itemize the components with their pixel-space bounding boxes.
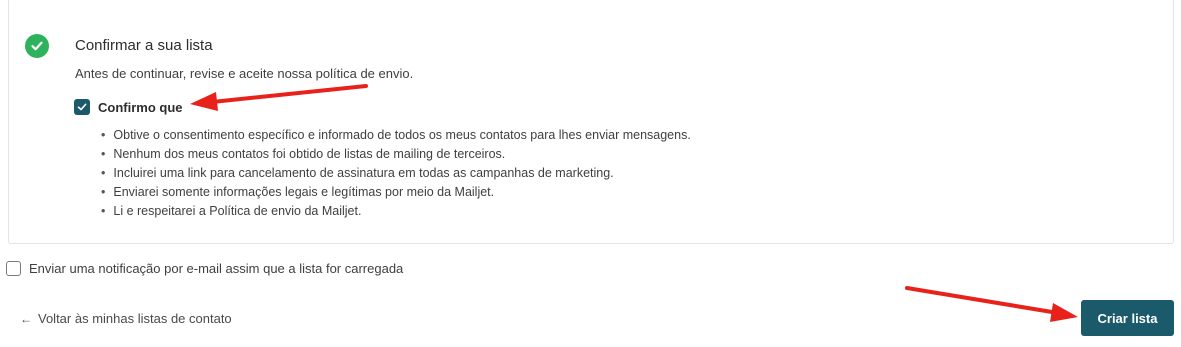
policy-bullet-item: Enviarei somente informações legais e le… — [101, 183, 691, 202]
confirm-checkbox-label[interactable]: Confirmo que — [98, 100, 183, 115]
confirm-section-description: Antes de continuar, revise e aceite noss… — [75, 66, 414, 81]
policy-bullet-item: Obtive o consentimento específico e info… — [101, 126, 690, 145]
confirm-checkbox-row[interactable]: Confirmo que — [74, 99, 183, 115]
back-to-lists-link[interactable]: ← Voltar às minhas listas de contato — [20, 311, 232, 326]
policy-bullet-item: Li e respeitarei a Política de envio da … — [101, 202, 691, 221]
confirm-section-title: Confirmar a sua lista — [75, 37, 213, 54]
notification-checkbox-row[interactable]: Enviar uma notificação por e-mail assim … — [6, 261, 403, 276]
policy-bullet-list: Obtive o consentimento específico e info… — [101, 126, 691, 221]
policy-bullet-item: Nenhum dos meus contatos foi obtido de l… — [101, 145, 691, 164]
arrow-left-icon: ← — [20, 311, 32, 326]
create-list-button[interactable]: Criar lista — [1081, 300, 1174, 336]
policy-bullet-item: Incluirei uma link para cancelamento de … — [101, 164, 691, 183]
checkmark-icon — [77, 103, 87, 111]
check-circle-icon — [25, 34, 49, 58]
annotation-arrow-create — [905, 286, 1078, 322]
notification-checkbox-label[interactable]: Enviar uma notificação por e-mail assim … — [29, 261, 403, 276]
notification-checkbox[interactable] — [6, 261, 21, 276]
confirm-checkbox[interactable] — [74, 99, 90, 115]
create-list-page: Confirmar a sua lista Antes de continuar… — [0, 0, 1181, 347]
back-to-lists-label: Voltar às minhas listas de contato — [38, 311, 232, 326]
